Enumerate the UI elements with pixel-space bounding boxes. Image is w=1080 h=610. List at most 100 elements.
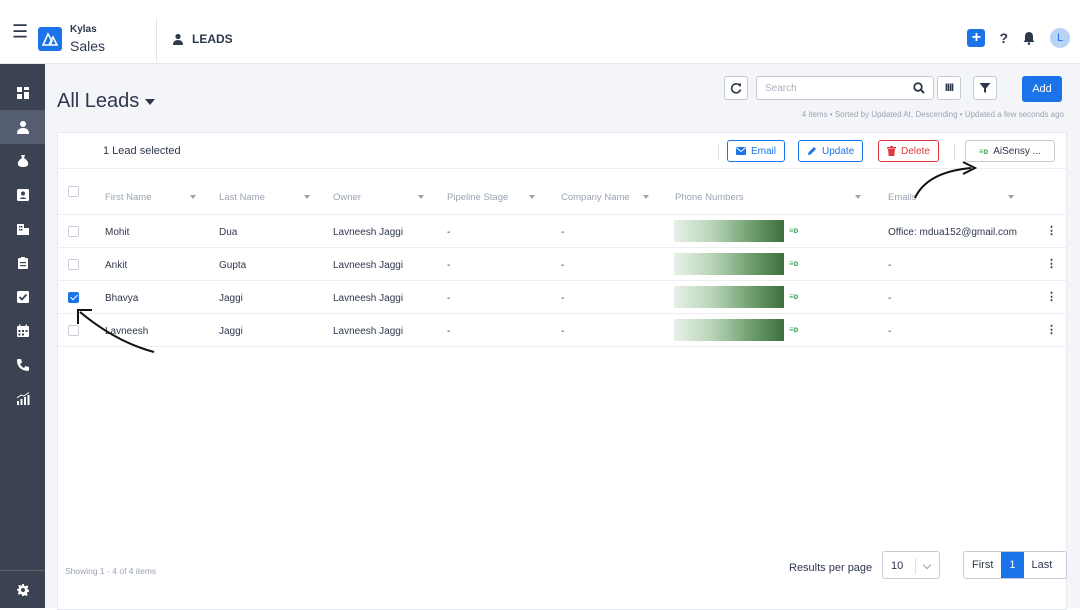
pipeline-stage-cell: - [447,227,451,238]
whatsapp-icon[interactable]: ≡ᴅ [789,325,798,334]
column-header-pipeline-stage[interactable]: Pipeline Stage [447,192,547,203]
owner-cell: Lavneesh Jaggi [333,326,404,337]
column-header-phone-numbers[interactable]: Phone Numbers [675,192,865,203]
row-checkbox[interactable] [68,226,79,237]
update-button[interactable]: Update [798,140,864,162]
selected-count: 1 Lead selected [103,145,181,157]
select-all-checkbox[interactable] [68,186,79,197]
sidebar-item-companies[interactable] [0,212,45,246]
pipeline-stage-cell: - [447,326,451,337]
filter-button[interactable] [973,76,997,100]
first-name-cell[interactable]: Ankit [105,260,127,271]
row-checkbox[interactable] [68,292,79,303]
calendar-icon [16,324,29,337]
whatsapp-icon[interactable]: ≡ᴅ [789,292,798,301]
table-row[interactable]: Bhavya Jaggi Lavneesh Jaggi - - ≡ᴅ - ⋮ [58,281,1066,314]
owner-cell: Lavneesh Jaggi [333,227,404,238]
aisensy-button[interactable]: ≡ᴅ AiSensy ... [965,140,1055,162]
email-button[interactable]: Email [727,140,786,162]
refresh-button[interactable] [724,76,748,100]
column-header-company-name[interactable]: Company Name [561,192,661,203]
column-header-emails[interactable]: Emails [888,192,1018,203]
sidebar-item-contacts[interactable] [0,178,45,212]
sidebar-item-calendar[interactable] [0,314,45,348]
email-cell: - [888,293,892,304]
sidebar-item-dashboard[interactable] [0,76,45,110]
sidebar [0,64,45,608]
search-icon[interactable] [913,82,925,94]
delete-button[interactable]: Delete [878,140,939,162]
reports-icon [16,392,29,405]
last-name-cell: Gupta [219,260,247,271]
kylas-logo-icon[interactable] [38,27,62,51]
sidebar-item-leads[interactable] [0,110,45,144]
list-meta: 4 items • Sorted by Updated At, Descendi… [801,110,1064,119]
first-name-cell[interactable]: Lavneesh [105,326,148,337]
help-icon[interactable]: ? [999,30,1008,46]
money-bag-icon [17,155,28,167]
column-header-last-name[interactable]: Last Name [219,192,319,203]
whatsapp-icon[interactable]: ≡ᴅ [789,259,798,268]
table-row[interactable]: Mohit Dua Lavneesh Jaggi - - ≡ᴅ Office: … [58,215,1066,248]
sidebar-item-deals[interactable] [0,144,45,178]
first-name-cell[interactable]: Mohit [105,227,129,238]
quick-add-button[interactable]: + [967,29,986,47]
row-checkbox[interactable] [68,325,79,336]
brand-name: Sales [70,38,106,54]
trash-icon [887,146,896,156]
last-page-button[interactable]: Last [1024,552,1061,578]
update-label: Update [822,145,855,157]
sidebar-item-clipboard[interactable] [0,246,45,280]
person-icon [16,121,29,134]
pagination: First 1 Last [963,551,1067,579]
page-1-button[interactable]: 1 [1001,552,1024,578]
divider [915,558,916,574]
add-button[interactable]: Add [1022,76,1062,102]
email-cell[interactable]: Office: mdua152@gmail.com [888,227,1017,238]
sort-caret-icon [855,195,861,199]
selection-bar: 1 Lead selected Email Update Delete ≡ᴅ A… [58,133,1066,169]
phone-icon [16,359,29,371]
columns-button[interactable]: IIII [937,76,961,100]
phone-number-redacted [674,253,784,275]
pipeline-stage-cell: - [447,260,451,271]
sort-caret-icon [643,195,649,199]
company-cell: - [561,293,565,304]
results-per-page-select[interactable]: 10 [882,551,940,579]
column-header-first-name[interactable]: First Name [105,192,205,203]
whatsapp-icon: ≡ᴅ [978,146,989,156]
sort-caret-icon [1008,195,1014,199]
delete-label: Delete [901,145,930,157]
brand-sup: Kylas [70,24,97,35]
sidebar-item-calls[interactable] [0,348,45,382]
sort-caret-icon [529,195,535,199]
table-row[interactable]: Lavneesh Jaggi Lavneesh Jaggi - - ≡ᴅ - ⋮ [58,314,1066,347]
email-cell: - [888,326,892,337]
row-menu-icon[interactable]: ⋮ [1046,257,1057,270]
row-menu-icon[interactable]: ⋮ [1046,224,1057,237]
refresh-icon [730,83,742,94]
results-per-page-label: Results per page [789,562,873,574]
search-input[interactable] [765,77,905,99]
table-row[interactable]: Ankit Gupta Lavneesh Jaggi - - ≡ᴅ - ⋮ [58,248,1066,281]
row-menu-icon[interactable]: ⋮ [1046,323,1057,336]
whatsapp-icon[interactable]: ≡ᴅ [789,226,798,235]
page-title[interactable]: All Leads [57,90,156,113]
bell-icon[interactable] [1022,31,1036,45]
avatar[interactable]: L [1050,28,1070,48]
module-label: LEADS [192,32,233,46]
first-page-button[interactable]: First [964,552,1001,578]
row-checkbox[interactable] [68,259,79,270]
divider [954,143,955,161]
sort-caret-icon [304,195,310,199]
checkbox-icon [16,291,29,303]
hamburger-menu-icon[interactable]: ☰ [12,22,28,43]
column-header-owner[interactable]: Owner [333,192,433,203]
email-label: Email [751,145,777,157]
row-menu-icon[interactable]: ⋮ [1046,290,1057,303]
sidebar-item-settings[interactable] [0,570,45,608]
header-divider [156,18,157,62]
sidebar-item-tasks[interactable] [0,280,45,314]
sidebar-item-reports[interactable] [0,382,45,416]
first-name-cell[interactable]: Bhavya [105,293,138,304]
